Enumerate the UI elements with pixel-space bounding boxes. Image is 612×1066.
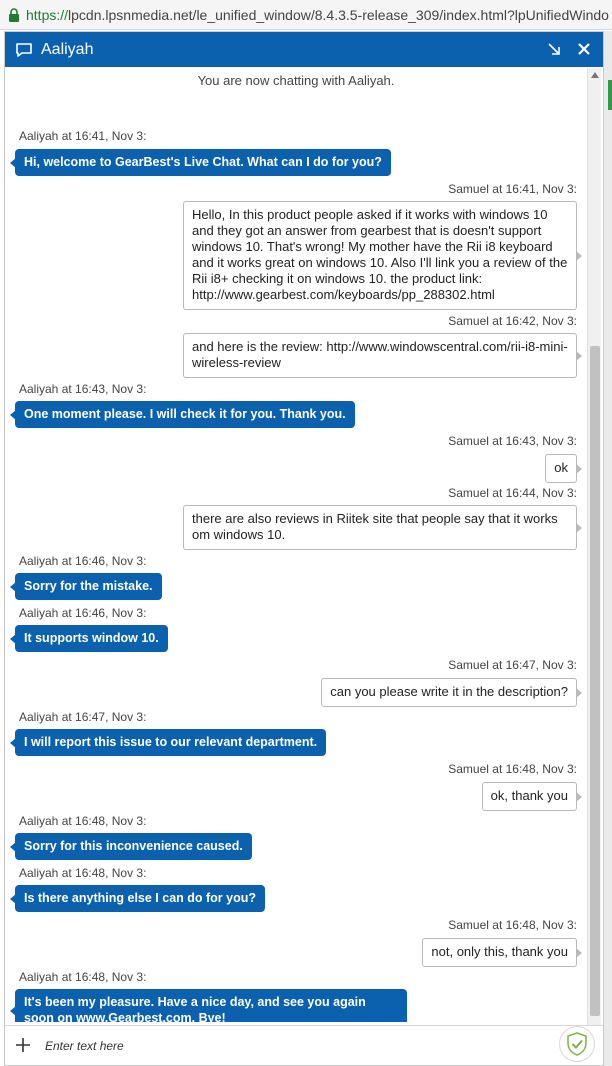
close-button[interactable]	[573, 38, 595, 60]
agent-message: Sorry for the mistake.	[10, 573, 162, 600]
message-meta: Samuel at 16:47, Nov 3:	[448, 658, 577, 672]
message-meta: Aaliyah at 16:46, Nov 3:	[19, 606, 147, 620]
agent-name-title: Aaliyah	[41, 40, 94, 58]
user-message: can you please write it in the descripti…	[321, 678, 582, 707]
message-meta: Aaliyah at 16:43, Nov 3:	[19, 382, 147, 396]
message-meta: Aaliyah at 16:48, Nov 3:	[19, 866, 147, 880]
transcript-scrollbar[interactable]	[587, 68, 601, 1038]
chat-bubble-icon	[15, 41, 33, 59]
message-meta: Aaliyah at 16:46, Nov 3:	[19, 554, 147, 568]
user-message: there are also reviews in Riitek site th…	[183, 505, 582, 550]
message-meta: Samuel at 16:44, Nov 3:	[448, 486, 577, 500]
agent-message: Sorry for this inconvenience caused.	[10, 833, 252, 860]
message-meta: Samuel at 16:48, Nov 3:	[448, 918, 577, 932]
browser-url-bar[interactable]: https://lpcdn.lpsnmedia.net/le_unified_w…	[0, 0, 612, 30]
chat-window: Aaliyah You are now chatting with Aaliya…	[4, 31, 604, 1066]
minimize-arrow-icon	[548, 43, 560, 55]
user-message: Hello, In this product people asked if i…	[183, 201, 582, 310]
scroll-thumb[interactable]	[590, 346, 600, 1016]
message-meta: Aaliyah at 16:48, Nov 3:	[19, 970, 147, 984]
message-meta: Samuel at 16:42, Nov 3:	[448, 314, 577, 328]
message-meta: Samuel at 16:41, Nov 3:	[448, 182, 577, 196]
agent-message: It supports window 10.	[10, 625, 168, 652]
system-message: You are now chatting with Aaliyah.	[197, 73, 395, 88]
plus-icon	[16, 1038, 30, 1052]
user-message: and here is the review: http://www.windo…	[183, 333, 582, 378]
chat-transcript[interactable]: You are now chatting with Aaliyah. Aaliy…	[5, 67, 603, 1022]
page-accent-strip	[608, 80, 612, 110]
scroll-up-arrow-icon[interactable]	[588, 68, 602, 82]
agent-message: One moment please. I will check it for y…	[10, 401, 355, 428]
url-path: lpcdn.lpsnmedia.net/le_unified_window/8.…	[68, 6, 609, 23]
composer	[5, 1025, 603, 1065]
message-meta: Samuel at 16:43, Nov 3:	[448, 434, 577, 448]
agent-message: It's been my pleasure. Have a nice day, …	[10, 989, 407, 1022]
shield-check-icon	[559, 1026, 595, 1062]
user-message: ok	[545, 454, 582, 483]
message-meta: Aaliyah at 16:47, Nov 3:	[19, 710, 147, 724]
message-meta: Aaliyah at 16:41, Nov 3:	[19, 129, 147, 143]
url-scheme: https://	[26, 6, 69, 23]
close-icon	[578, 43, 590, 55]
minimize-button[interactable]	[543, 38, 565, 60]
lock-icon	[8, 7, 20, 22]
user-message: ok, thank you	[481, 782, 583, 811]
message-input[interactable]	[45, 1036, 525, 1056]
agent-message: I will report this issue to our relevant…	[9, 729, 327, 756]
page-background	[604, 31, 612, 1066]
chat-title-bar: Aaliyah	[5, 32, 603, 67]
user-message: not, only this, thank you	[422, 938, 582, 967]
add-attachment-button[interactable]	[13, 1035, 33, 1055]
agent-message: Hi, welcome to GearBest's Live Chat. Wha…	[10, 149, 391, 176]
message-meta: Aaliyah at 16:48, Nov 3:	[19, 814, 147, 828]
message-meta: Samuel at 16:48, Nov 3:	[448, 762, 577, 776]
agent-message: Is there anything else I can do for you?	[10, 885, 265, 912]
